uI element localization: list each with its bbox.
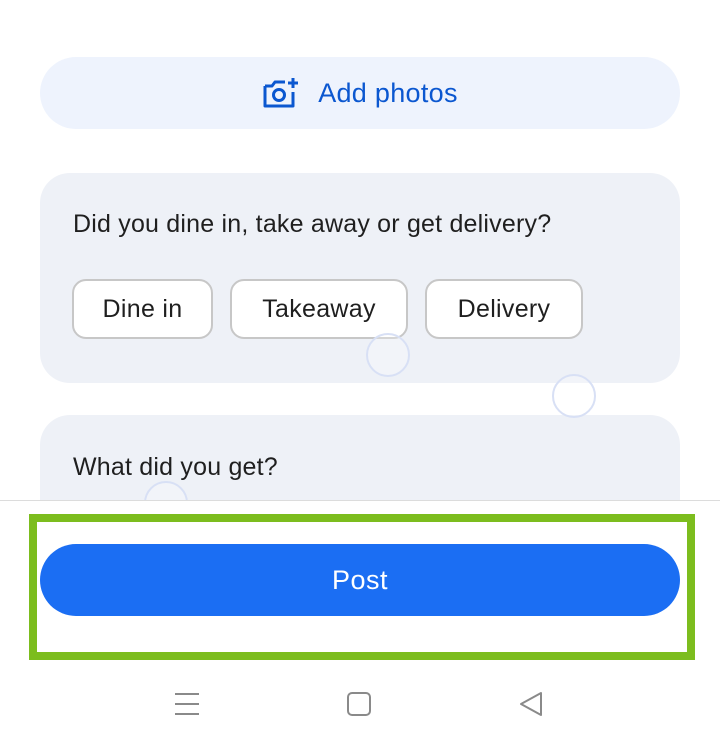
chip-takeaway[interactable]: Takeaway [230,279,408,339]
home-button[interactable] [343,688,375,720]
add-photos-label: Add photos [318,77,458,108]
system-navigation-bar [0,680,720,728]
add-photos-button[interactable]: Add photos [40,57,680,129]
back-button[interactable] [515,688,547,720]
home-square-icon [347,692,371,716]
dining-option-chips: Dine in Takeaway Delivery [72,279,583,339]
touch-indicator [366,333,410,377]
back-triangle-icon [520,692,542,716]
chip-delivery[interactable]: Delivery [425,279,583,339]
recent-apps-button[interactable] [171,688,203,720]
add-photo-camera-icon [263,78,299,108]
post-button[interactable]: Post [40,544,680,616]
dining-option-card: Did you dine in, take away or get delive… [40,173,680,383]
chip-dine-in[interactable]: Dine in [72,279,213,339]
what-did-you-get-question: What did you get? [73,453,278,481]
touch-indicator [552,374,596,418]
menu-icon [175,693,199,715]
dining-option-question: Did you dine in, take away or get delive… [73,210,552,238]
